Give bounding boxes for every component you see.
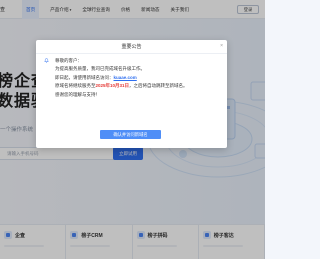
notice-line-3-suffix: ，之后将自动跳转至新域名。 bbox=[129, 83, 188, 89]
greeting-text: 尊敬的客户： bbox=[55, 58, 82, 63]
notice-line-4: 感谢您的理解与支持！ bbox=[55, 91, 100, 97]
modal-title: 重要公告 bbox=[121, 44, 142, 50]
confirm-visit-button[interactable]: 确认并访问新域名 bbox=[100, 130, 161, 139]
modal-body: 尊敬的客户： 为提高服务质量，我司已完成域名升级工作。 即日起，请使用新域名访问… bbox=[36, 54, 227, 99]
bell-icon bbox=[44, 58, 49, 63]
notice-line-2: 即日起，请使用新域名访问：kuaae.com bbox=[44, 74, 219, 82]
modal-header: 重要公告 × bbox=[36, 40, 227, 54]
notice-line-1: 为提高服务质量，我司已完成域名升级工作。 bbox=[55, 66, 145, 72]
deadline-date: 2025年10月31日 bbox=[95, 83, 130, 89]
notice-line-2-text: 即日起，请使用新域名访问： bbox=[55, 74, 114, 80]
close-icon[interactable]: × bbox=[220, 43, 223, 49]
new-domain-link[interactable]: kuaae.com bbox=[114, 75, 137, 80]
announcement-modal: 重要公告 × 尊敬的客户： 为提高服务质量，我司已完成域名升级工作。 即日起，请… bbox=[36, 40, 227, 148]
notice-line-3-prefix: 原域名将继续服务至 bbox=[55, 83, 96, 89]
notice-line-3: 原域名将继续服务至2025年10月31日，之后将自动跳转至新域名。 bbox=[44, 82, 219, 90]
